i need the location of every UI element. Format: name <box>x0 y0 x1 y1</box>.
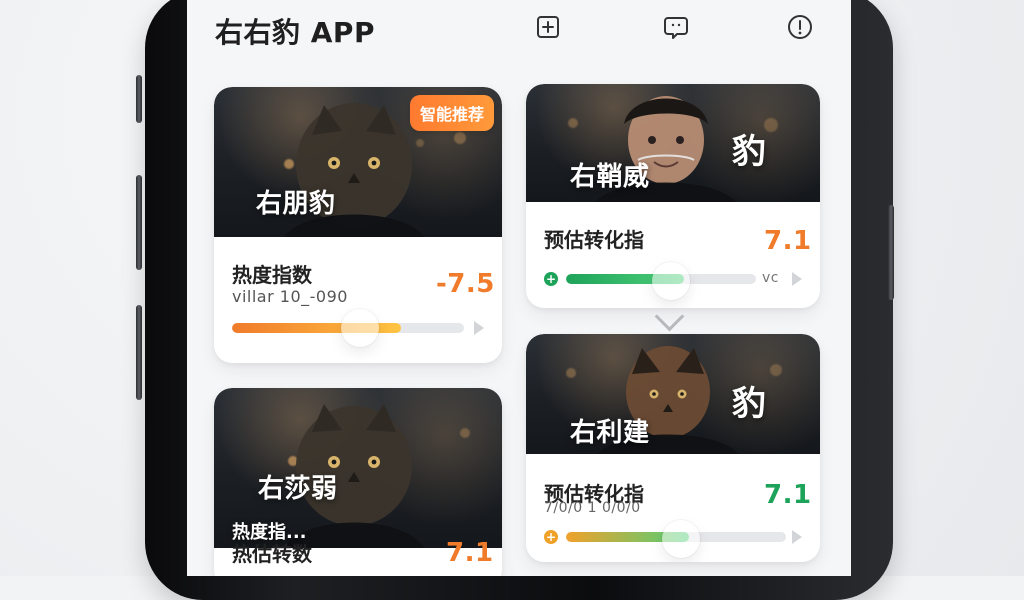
metric-value: 7.1 <box>764 226 812 256</box>
card-title: 右朋豹 <box>256 183 336 220</box>
metric-subtext: 7/0/0 1 0/0/0 <box>544 500 641 516</box>
metric-label: 热度指数 <box>232 259 312 288</box>
progress-knob[interactable] <box>341 309 379 347</box>
card-left-top[interactable]: 智能推荐 右朋豹 热度指数 villar 10_-090 -7.5 <box>214 87 502 363</box>
metric-tail: vc <box>762 270 779 286</box>
metric-label: 预估转化指 <box>544 224 644 253</box>
plus-dot-icon: + <box>544 272 558 286</box>
left-button-1 <box>136 75 142 123</box>
recommendation-badge: 智能推荐 <box>410 95 494 131</box>
card-thumbnail: 右利建 豹 <box>526 334 820 454</box>
progress-knob[interactable] <box>662 520 700 558</box>
left-button-2 <box>136 175 142 270</box>
top-bar: 右右豹 APP <box>187 0 851 58</box>
metric-subtext: villar 10_-090 <box>232 287 348 306</box>
play-arrow-icon[interactable] <box>792 272 802 286</box>
card-right-top[interactable]: 右鞘威 豹 预估转化指 7.1 + vc <box>526 84 820 308</box>
message-square-icon[interactable] <box>661 12 691 42</box>
right-button-1 <box>888 205 894 300</box>
card-title: 右鞘威 <box>570 156 650 193</box>
metric-value: 7.1 <box>446 538 494 568</box>
card-left-bottom[interactable]: 右莎弱 热度指... 热估转数 7.1 <box>214 388 502 576</box>
card-thumbnail: 右鞘威 豹 <box>526 84 820 202</box>
card-title: 右利建 <box>570 412 650 449</box>
card-right-bottom[interactable]: 右利建 豹 预估转化指 7/0/0 1 0/0/0 7.1 + <box>526 334 820 562</box>
left-button-3 <box>136 305 142 400</box>
plus-square-icon[interactable] <box>533 12 563 42</box>
card-side-title: 豹 <box>732 124 766 173</box>
play-arrow-icon[interactable] <box>474 321 484 335</box>
app-screen: 右右豹 APP <box>187 0 851 576</box>
metric-value: 7.1 <box>764 480 812 510</box>
alert-circle-icon[interactable] <box>785 12 815 42</box>
app-title: 右右豹 APP <box>215 11 375 51</box>
metric-label: 热估转数 <box>232 538 312 567</box>
play-arrow-icon[interactable] <box>792 530 802 544</box>
card-thumbnail: 右莎弱 热度指... <box>214 388 502 548</box>
progress-knob[interactable] <box>652 262 690 300</box>
metric-value: -7.5 <box>436 269 495 299</box>
card-thumbnail: 智能推荐 右朋豹 <box>214 87 502 237</box>
card-side-title: 豹 <box>732 376 766 425</box>
plus-dot-icon: + <box>544 530 558 544</box>
card-title: 右莎弱 <box>258 468 338 505</box>
